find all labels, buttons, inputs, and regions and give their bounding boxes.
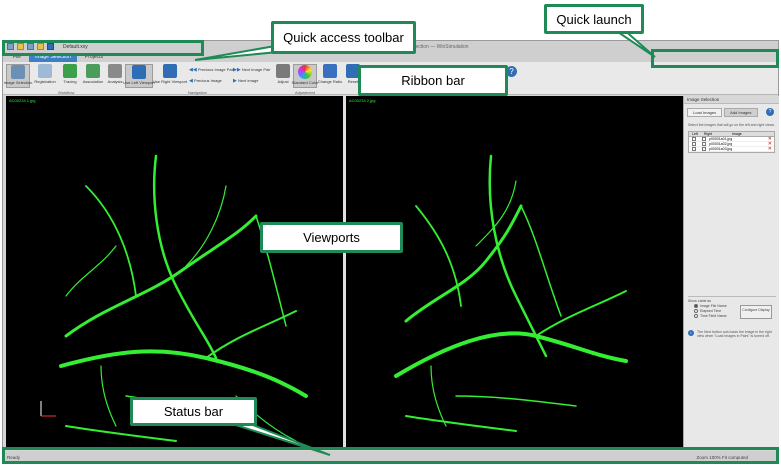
add-images-tab[interactable]: Add Images [724, 108, 758, 117]
bar-chart-icon [323, 64, 337, 78]
configure-display-button[interactable]: Configure Display [740, 305, 772, 319]
left-arrow-icon: ◀ [189, 78, 193, 84]
image-selection-icon [11, 65, 25, 79]
left-checkbox[interactable] [692, 137, 696, 141]
quick-launch-highlight [651, 49, 779, 68]
right-viewport[interactable]: AC00234 2.jpg [346, 96, 683, 448]
image-selection-panel: Image Selection Load Images Add Images ?… [683, 96, 779, 448]
standard-color-button[interactable]: Standard Color [292, 64, 318, 88]
panel-tabs: Load Images Add Images [684, 104, 779, 121]
callout-ribbon-bar: Ribbon bar [358, 65, 508, 96]
image-selection-button[interactable]: Image Selection [4, 64, 32, 88]
registration-button[interactable]: Registration [33, 64, 57, 88]
callout-quick-access-toolbar: Quick access toolbar [271, 21, 416, 54]
group-label-workflow: Workflow [58, 90, 75, 95]
panel-help-icon[interactable]: ? [766, 108, 774, 116]
left-checkbox[interactable] [692, 142, 696, 146]
tracing-icon [63, 64, 77, 78]
right-checkbox[interactable] [702, 142, 706, 146]
panel-title: Image Selection [684, 96, 779, 104]
image-table: Left Right Image p00001a01.jpg ✕ p00001a0… [688, 131, 775, 153]
right-checkbox[interactable] [702, 147, 706, 151]
show-label-group: Show Label as Image File Name Elapsed Ti… [688, 296, 776, 328]
info-icon: i [688, 330, 694, 336]
use-right-viewport-button[interactable]: Use Right Viewport [153, 64, 187, 88]
panel-description: Select the images that will go on the le… [688, 123, 775, 127]
group-label-adjustment: Adjustment [295, 90, 316, 95]
left-viewport[interactable]: AC00234 1.jpg [6, 96, 343, 448]
callout-quick-launch: Quick launch [544, 4, 644, 34]
association-icon [86, 64, 100, 78]
color-wheel-icon [298, 65, 312, 79]
quick-access-highlight [2, 40, 204, 56]
remove-icon[interactable]: ✕ [768, 146, 772, 152]
right-neuron-image [394, 154, 628, 432]
next-image-button[interactable]: ▶ Next Image [233, 78, 258, 84]
right-checkbox[interactable] [702, 137, 706, 141]
left-checkbox[interactable] [692, 147, 696, 151]
callout-viewports: Viewports [260, 222, 403, 253]
change-ratio-button[interactable]: Change Ratio [318, 64, 342, 88]
previous-image-button[interactable]: ◀ Previous Image [189, 78, 222, 84]
previous-image-pair-button[interactable]: ◀◀ Previous Image Pair [189, 67, 234, 73]
left-neuron-image [40, 154, 308, 442]
group-label-navigation: Navigation [188, 90, 207, 95]
tracing-button[interactable]: Tracing [58, 64, 82, 88]
registration-icon [38, 64, 52, 78]
right-viewport-icon [163, 64, 177, 78]
analysis-icon [108, 64, 122, 78]
table-row[interactable]: p00001a03.jpg ✕ [689, 146, 774, 152]
right-arrow-icon: ▶ [233, 78, 237, 84]
callout-status-bar: Status bar [130, 397, 257, 426]
status-bar-highlight [2, 447, 779, 464]
left-viewport-label: AC00234 1.jpg [9, 98, 36, 103]
double-right-arrow-icon: ▶▶ [233, 67, 241, 73]
load-images-tab[interactable]: Load Images [687, 108, 723, 117]
association-button[interactable]: Association [81, 64, 105, 88]
adjust-icon [276, 64, 290, 78]
use-left-viewport-button[interactable]: Use Left Viewport [123, 64, 155, 88]
left-viewport-icon [132, 65, 146, 79]
next-image-pair-button[interactable]: ▶▶ Next Image Pair [233, 67, 271, 73]
info-note: i The Next button sub-loads the image in… [688, 330, 776, 338]
double-left-arrow-icon: ◀◀ [189, 67, 197, 73]
right-viewport-label: AC00234 2.jpg [349, 98, 376, 103]
